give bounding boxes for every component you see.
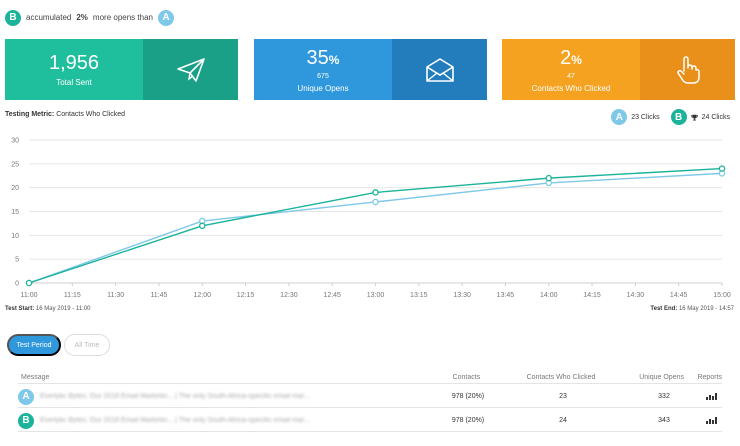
y-tick-label: 5 <box>15 257 19 264</box>
variant-a-badge: A <box>157 9 174 26</box>
test-start: Test Start: 16 May 2019 - 11:00 <box>5 306 91 312</box>
cell-contacts: 978 (20%) <box>451 417 485 424</box>
x-tick-label: 14:15 <box>583 292 601 299</box>
testing-metric: Testing Metric: Contacts Who Clicked <box>5 111 126 118</box>
paper-plane-icon <box>176 57 205 82</box>
cell-contacts: 978 (20%) <box>451 393 485 400</box>
report-chart-icon[interactable] <box>705 417 717 424</box>
summary-highlight: 2% <box>76 13 88 22</box>
x-tick-label: 13:45 <box>497 292 515 299</box>
data-point-a <box>372 198 379 206</box>
summary-suffix: more opens than <box>92 13 153 22</box>
header-contacts-clicked: Contacts Who Clicked <box>526 374 596 381</box>
contacts-clicked-value: 2% <box>560 46 582 69</box>
row-variant-badge: A <box>18 388 34 405</box>
data-point-b <box>718 165 726 172</box>
x-tick-label: 14:30 <box>627 292 645 299</box>
legend-item-b: B 24 Clicks <box>670 109 730 125</box>
y-tick-label: 10 <box>11 233 19 240</box>
report-chart-icon[interactable] <box>705 393 717 400</box>
data-point-b <box>545 174 553 182</box>
cell-unique-opens: 332 <box>658 393 670 400</box>
total-sent-card: 1,956 Total Sent <box>5 39 238 100</box>
cell-contacts-clicked: 24 <box>559 417 567 424</box>
x-tick-label: 11:00 <box>21 292 38 299</box>
envelope-open-icon <box>425 57 454 82</box>
x-tick-label: 13:00 <box>367 292 385 299</box>
y-tick-label: 20 <box>11 185 19 192</box>
legend-b-text: 24 Clicks <box>701 113 730 121</box>
x-tick-label: 14:00 <box>540 292 558 299</box>
data-point-b <box>25 279 33 287</box>
pointer-hand-icon <box>676 55 700 84</box>
x-tick-label: 15:00 <box>713 292 731 299</box>
header-unique-opens: Unique Opens <box>639 374 684 381</box>
table-row[interactable]: A Everlytic Bytes: Our 2018 Email Market… <box>18 386 722 408</box>
table-header: Message Contacts Contacts Who Clicked Un… <box>18 372 722 384</box>
message-subject: Everlytic Bytes: Our 2018 Email Marketin… <box>40 393 310 400</box>
x-tick-label: 13:15 <box>410 292 428 299</box>
x-tick-label: 12:45 <box>323 292 341 299</box>
x-tick-label: 12:00 <box>193 292 211 299</box>
x-tick-label: 14:45 <box>670 292 688 299</box>
y-tick-label: 25 <box>11 161 19 168</box>
unique-opens-card: 35% 675 Unique Opens <box>254 39 487 100</box>
legend-b-badge: B <box>670 109 687 125</box>
x-tick-label: 13:30 <box>453 292 471 299</box>
contacts-clicked-card: 2% 47 Contacts Who Clicked <box>502 39 735 100</box>
x-tick-label: 11:30 <box>107 292 124 299</box>
total-sent-label: Total Sent <box>56 78 92 87</box>
data-point-b <box>198 222 206 230</box>
y-tick-label: 15 <box>11 209 19 216</box>
test-end: Test End: 16 May 2019 - 14:57 <box>650 306 734 312</box>
y-tick-label: 30 <box>11 138 19 145</box>
chart-legend: A 23 Clicks B 24 Clicks <box>611 109 730 125</box>
total-sent-value: 1,956 <box>48 52 100 74</box>
x-tick-label: 12:15 <box>237 292 255 299</box>
clicks-line-chart: 0 5 10 15 20 25 30 11:00 11:15 11:30 11:45 12:00 12:… <box>11 138 731 300</box>
cell-contacts-clicked: 23 <box>559 393 567 400</box>
contacts-clicked-count: 47 <box>567 72 575 80</box>
message-subject: Everlytic Bytes: Our 2018 Email Marketin… <box>40 417 310 424</box>
legend-item-a: A 23 Clicks <box>611 109 660 125</box>
y-tick-label: 0 <box>15 281 19 288</box>
unique-opens-count: 675 <box>317 72 329 80</box>
legend-a-text: 23 Clicks <box>631 113 660 121</box>
series-line-b <box>28 167 723 284</box>
x-tick-label: 12:30 <box>280 292 298 299</box>
summary-prefix: accumulated <box>26 13 72 22</box>
x-tick-label: 11:45 <box>150 292 167 299</box>
legend-a-badge: A <box>611 109 628 125</box>
table-row[interactable]: B Everlytic Bytes: Our 2018 Email Market… <box>18 410 722 432</box>
unique-opens-value: 35% <box>306 46 340 69</box>
test-period-button[interactable]: Test Period <box>7 334 61 356</box>
row-variant-badge: B <box>18 412 34 429</box>
header-message: Message <box>21 374 50 381</box>
summary-line: B accumulated 2% more opens than A <box>5 9 174 26</box>
header-contacts: Contacts <box>452 374 481 381</box>
header-reports: Reports <box>697 374 722 381</box>
data-point-b <box>372 189 379 196</box>
trophy-icon <box>690 114 698 121</box>
variant-b-badge: B <box>5 9 21 26</box>
cell-unique-opens: 343 <box>658 417 670 424</box>
all-time-button[interactable]: All Time <box>64 334 110 356</box>
unique-opens-label: Unique Opens <box>297 83 349 93</box>
contacts-clicked-label: Contacts Who Clicked <box>531 83 611 93</box>
x-tick-label: 11:15 <box>64 292 81 299</box>
